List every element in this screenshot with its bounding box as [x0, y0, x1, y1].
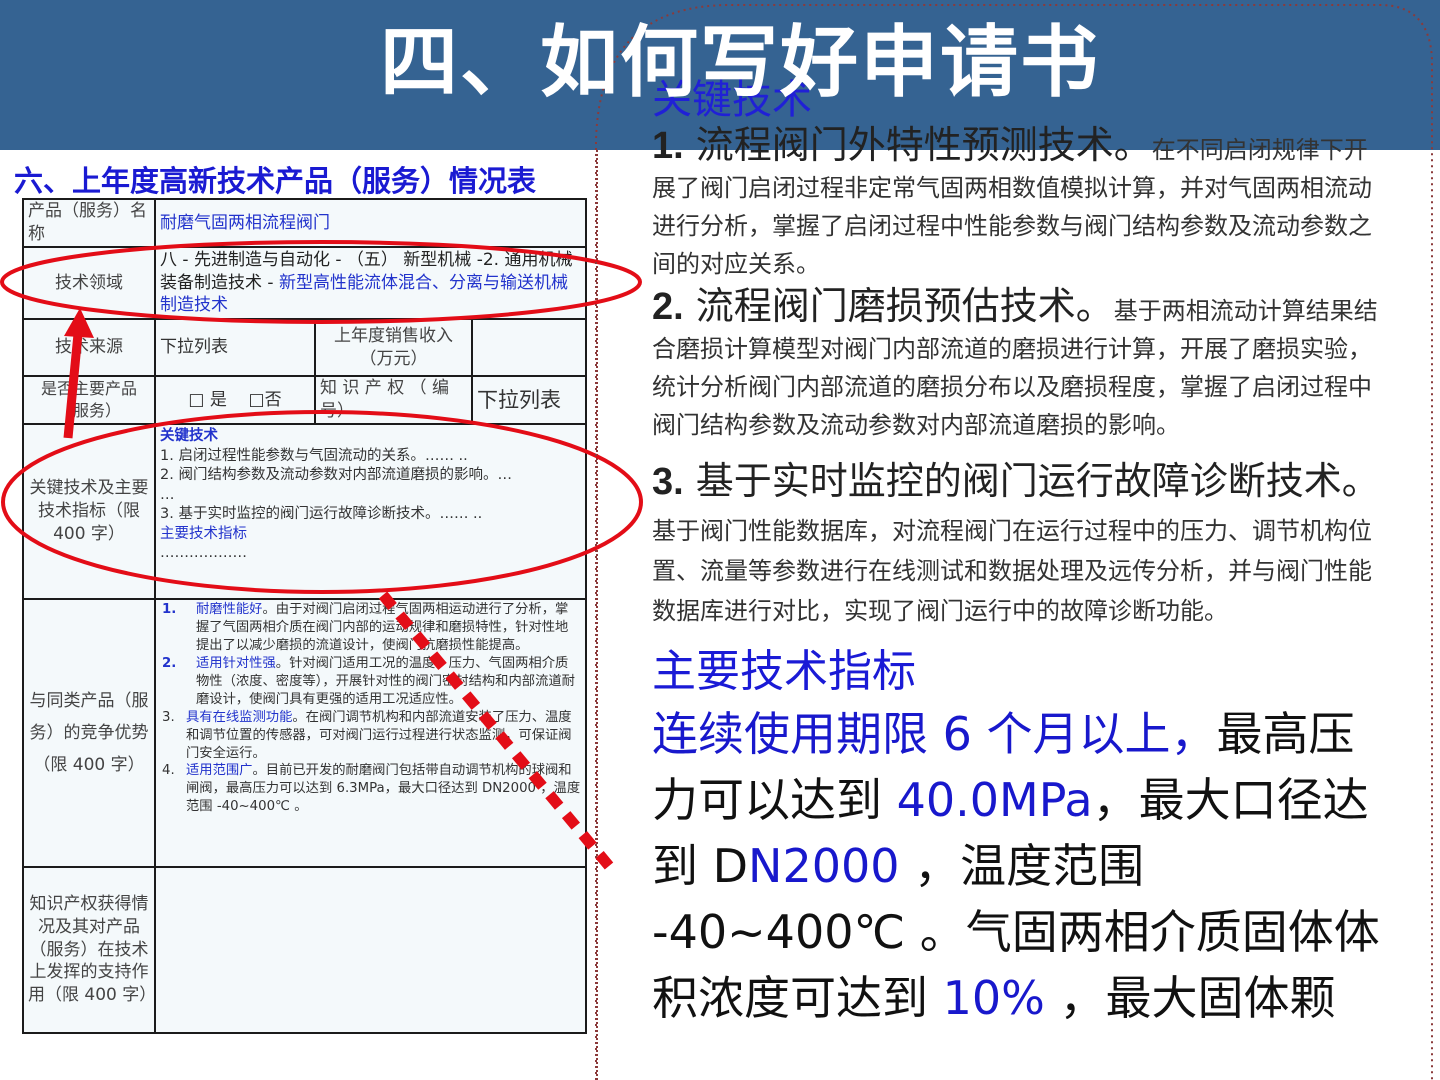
key-tech-item: 2. 阀门结构参数及流动参数对内部流道磨损的影响。… — [160, 467, 512, 484]
advantage-num: 2. — [162, 655, 177, 671]
ip-dropdown[interactable]: 下拉列表 — [471, 375, 587, 425]
callout-item-text: 基于阀门性能数据库，对流程阀门在运行过程中的压力、调节机构位置、流量等参数进行在… — [652, 517, 1372, 625]
main-product-options: □ 是 □否 — [154, 375, 316, 425]
advantage-item: 1. 耐磨性能好。由于对阀门启闭过程气固两相运动进行了分析，掌握了气固两相介质在阀… — [160, 601, 581, 655]
ip-role-value[interactable] — [154, 866, 587, 1034]
right-callout-panel: 关键技术 1. 流程阀门外特性预测技术。在不同启闭规律下开展了阀门启闭过程非定常… — [652, 74, 1387, 1031]
indicator-heading: 主要技术指标 — [160, 525, 247, 542]
callout-item-title-text: 基于实时监控的阀门运行故障诊断技术。 — [683, 459, 1380, 503]
advantage-num: 4. — [162, 763, 175, 779]
indicator-callout-text: 连续使用期限 6 个月以上，最高压力可以达到 40.0MPa，最大口径达到 DN… — [652, 701, 1387, 1031]
row-tech-source: 技术来源 下拉列表 上年度销售收入（万元） — [22, 318, 587, 377]
main-product-label: 是否主要产品（服务） — [22, 375, 156, 425]
slide-title: 四、如何写好申请书 — [380, 18, 1101, 108]
key-tech-callout-item: 3. 基于实时监控的阀门运行故障诊断技术。基于阀门性能数据库，对流程阀门在运行过… — [652, 452, 1387, 631]
spec-segment: ，最大固体颗 — [1044, 971, 1336, 1025]
advantage-item: 2. 适用针对性强。针对阀门适用工况的温度、压力、气固两相介质物性（浓度、密度等）… — [160, 655, 581, 709]
callout-item-num: 3. — [652, 461, 684, 503]
tech-field-value: 八 - 先进制造与自动化 - （五） 新型机械 -2. 通用机械装备制造技术 -… — [154, 246, 587, 320]
product-name-label: 产品（服务）名称 — [22, 198, 156, 248]
key-tech-callout-item: 1. 流程阀门外特性预测技术。在不同启闭规律下开展了阀门启闭过程非定常气固两相数… — [652, 126, 1387, 283]
advantage-item: 4. 适用范围广。目前已开发的耐磨阀门包括带自动调节机构的球阀和闸阀，最高压力可以… — [160, 762, 581, 816]
product-info-table: 产品（服务）名称 耐磨气固两相流程阀门 技术领域 八 - 先进制造与自动化 - … — [22, 198, 587, 1034]
yes-checkbox[interactable]: □ 是 — [188, 390, 226, 410]
row-key-tech: 关键技术及主要技术指标（限 400 字） 关键技术 1. 启闭过程性能参数与气固… — [22, 423, 587, 600]
key-tech-item: … — [160, 486, 175, 503]
row-ip-role: 知识产权获得情况及其对产品（服务）在技术上发挥的支持作用（限 400 字） — [22, 866, 587, 1034]
advantage-title: 适用针对性强 — [196, 655, 276, 671]
advantage-item: 3. 具有在线监测功能。在阀门调节机构和内部流道安装了压力、温度和调节位置的传感器… — [160, 709, 581, 763]
ip-role-label: 知识产权获得情况及其对产品（服务）在技术上发挥的支持作用（限 400 字） — [22, 866, 156, 1034]
key-tech-value: 关键技术 1. 启闭过程性能参数与气固流动的关系。…… .. 2. 阀门结构参数… — [154, 423, 587, 600]
tech-source-dropdown[interactable]: 下拉列表 — [154, 318, 316, 377]
tech-source-label: 技术来源 — [22, 318, 156, 377]
ip-label: 知 识 产 权 （ 编 号） — [314, 375, 473, 425]
advantage-num: 3. — [162, 709, 175, 725]
callout-item-title-text: 流程阀门外特性预测技术。 — [683, 123, 1152, 167]
advantage-title: 适用范围广 — [186, 763, 253, 779]
callout-item-num: 1. — [652, 125, 684, 167]
advantage-label: 与同类产品（服务）的竞争优势（限 400 字） — [22, 598, 156, 868]
row-product-name: 产品（服务）名称 耐磨气固两相流程阀门 — [22, 198, 587, 248]
row-advantages: 与同类产品（服务）的竞争优势（限 400 字） 1. 耐磨性能好。由于对阀门启闭过… — [22, 598, 587, 868]
advantage-title: 具有在线监测功能 — [186, 709, 293, 725]
indicator-callout-heading: 主要技术指标 — [652, 646, 916, 697]
callout-item-title: 3. 基于实时监控的阀门运行故障诊断技术。 — [652, 459, 1380, 503]
product-name-value: 耐磨气固两相流程阀门 — [154, 198, 587, 248]
key-tech-callout-item: 2. 流程阀门磨损预估技术。基于两相流动计算结果结合磨损计算模型对阀门内部流道的… — [652, 287, 1387, 444]
row-tech-field: 技术领域 八 - 先进制造与自动化 - （五） 新型机械 -2. 通用机械装备制… — [22, 246, 587, 320]
spec-segment: 连续使用期限 6 个月以上， — [652, 707, 1217, 761]
sales-label: 上年度销售收入（万元） — [314, 318, 473, 377]
row-main-product: 是否主要产品（服务） □ 是 □否 知 识 产 权 （ 编 号） 下拉列表 — [22, 375, 587, 425]
advantage-title: 耐磨性能好 — [196, 602, 263, 617]
callout-item-title: 2. 流程阀门磨损预估技术。 — [652, 284, 1114, 328]
advantage-num: 1. — [162, 602, 177, 617]
spec-segment: N2000 — [748, 839, 900, 893]
tech-field-label: 技术领域 — [22, 246, 156, 320]
key-tech-item: 3. 基于实时监控的阀门运行故障诊断技术。…… .. — [160, 506, 483, 523]
key-tech-label: 关键技术及主要技术指标（限 400 字） — [22, 423, 156, 600]
table-title: 六、上年度高新技术产品（服务）情况表 — [14, 164, 537, 198]
callout-item-title-text: 流程阀门磨损预估技术。 — [683, 284, 1114, 328]
advantage-value: 1. 耐磨性能好。由于对阀门启闭过程气固两相运动进行了分析，掌握了气固两相介质在阀… — [154, 598, 587, 868]
dotted-frame-line — [596, 150, 598, 1080]
key-tech-heading: 关键技术 — [160, 428, 218, 444]
spec-segment: 40.0MPa — [896, 773, 1093, 827]
callout-item-title: 1. 流程阀门外特性预测技术。 — [652, 123, 1152, 167]
key-tech-item: 1. 启闭过程性能参数与气固流动的关系。…… .. — [160, 447, 468, 464]
no-checkbox[interactable]: □否 — [249, 390, 282, 410]
callout-item-num: 2. — [652, 286, 684, 328]
spec-segment: 10% — [942, 971, 1045, 1025]
sales-value[interactable] — [471, 318, 587, 377]
indicator-value: ……………… — [160, 545, 247, 562]
